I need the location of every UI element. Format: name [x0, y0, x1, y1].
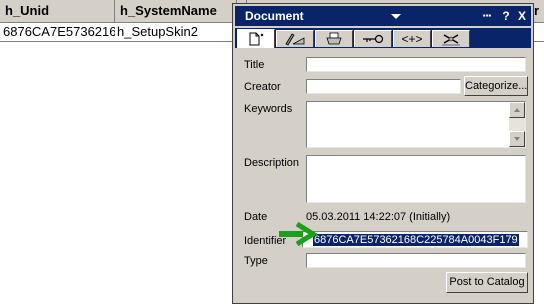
title-label: Title	[244, 59, 265, 71]
identifier-field[interactable]: 6876CA7E57362168C225784A0043F179	[302, 231, 528, 248]
panel-titlebar: Document ▪▪▪ ? X	[235, 6, 531, 26]
pin-button[interactable]: ▪▪▪	[479, 8, 495, 24]
cell-system-name: h_SetupSkin2	[117, 24, 198, 39]
column-header-r[interactable]: r	[534, 0, 544, 22]
tab-code[interactable]: <+>	[393, 30, 431, 47]
scroll-up-button[interactable]	[509, 102, 525, 118]
document-properties-panel: Document ▪▪▪ ? X <+> Title Creator Categ…	[232, 3, 534, 304]
pencil-ruler-icon	[285, 33, 305, 46]
tab-security[interactable]	[354, 30, 392, 47]
tab-edit[interactable]	[276, 30, 314, 47]
date-label: Date	[244, 211, 268, 223]
panel-tabs: <+>	[235, 28, 531, 48]
tab-print[interactable]	[315, 30, 353, 47]
description-field[interactable]	[306, 155, 526, 203]
date-value: 05.03.2011 14:22:07 (Initially)	[306, 211, 451, 223]
type-field[interactable]	[306, 253, 526, 268]
creator-label: Creator	[244, 81, 281, 93]
panel-title: Document	[245, 9, 304, 23]
keywords-field[interactable]	[306, 101, 526, 148]
keywords-scrollbar[interactable]	[509, 102, 525, 147]
type-label: Type	[244, 255, 268, 267]
post-to-catalog-button[interactable]: Post to Catalog	[446, 272, 528, 293]
chevron-down-icon	[391, 14, 401, 19]
column-header-system-name[interactable]: h_SystemName	[115, 0, 237, 22]
arrow-right-icon	[279, 222, 317, 246]
arrow-up-icon	[514, 108, 520, 112]
description-label: Description	[244, 157, 300, 169]
code-icon: <+>	[401, 32, 423, 46]
tab-tools[interactable]	[432, 30, 470, 47]
tools-icon	[442, 34, 460, 46]
document-icon	[249, 32, 264, 46]
panel-content: Title Creator Categorize... Keywords Des…	[236, 50, 530, 301]
identifier-selected-text: 6876CA7E57362168C225784A0043F179	[313, 234, 519, 246]
arrow-down-icon	[514, 137, 520, 141]
help-button[interactable]: ?	[499, 8, 513, 24]
close-button[interactable]: X	[515, 8, 529, 24]
keywords-label: Keywords	[244, 103, 293, 115]
creator-field[interactable]	[306, 79, 461, 94]
panel-title-dropdown[interactable]: Document	[239, 8, 405, 24]
cell-unid: 6876CA7E5736216	[3, 24, 115, 39]
scroll-down-button[interactable]	[509, 131, 525, 147]
column-header-unid[interactable]: h_Unid	[0, 0, 115, 22]
key-icon	[363, 34, 384, 44]
categorize-button[interactable]: Categorize...	[464, 76, 528, 96]
tab-document[interactable]	[237, 29, 275, 48]
title-field[interactable]	[306, 57, 526, 72]
printer-icon	[326, 32, 342, 45]
